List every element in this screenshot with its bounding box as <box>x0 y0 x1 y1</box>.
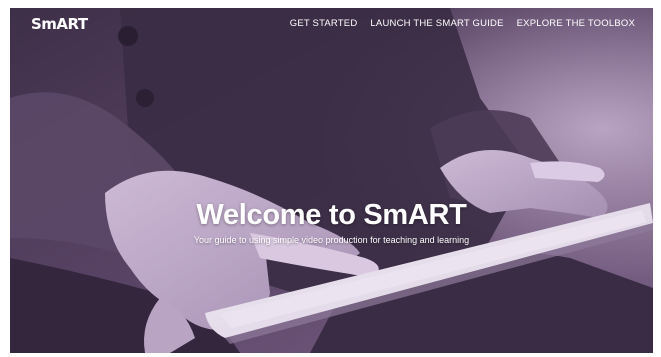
nav-explore-toolbox[interactable]: EXPLORE THE TOOLBOX <box>517 18 635 29</box>
main-nav: GET STARTED LAUNCH THE SMART GUIDE EXPLO… <box>290 18 635 29</box>
hero-subtitle: Your guide to using simple video product… <box>193 235 470 245</box>
top-navigation: SmART GET STARTED LAUNCH THE SMART GUIDE… <box>10 8 653 42</box>
site-logo[interactable]: SmART <box>30 15 88 33</box>
logo-text: SmART <box>31 15 88 33</box>
hero-background-image <box>10 8 653 353</box>
hero-title: Welcome to SmART <box>196 199 467 231</box>
hero-section: SmART GET STARTED LAUNCH THE SMART GUIDE… <box>10 8 653 353</box>
nav-get-started[interactable]: GET STARTED <box>290 18 358 29</box>
nav-launch-smart-guide[interactable]: LAUNCH THE SMART GUIDE <box>370 18 503 29</box>
hero-text-block: Welcome to SmART Your guide to using sim… <box>10 198 653 246</box>
